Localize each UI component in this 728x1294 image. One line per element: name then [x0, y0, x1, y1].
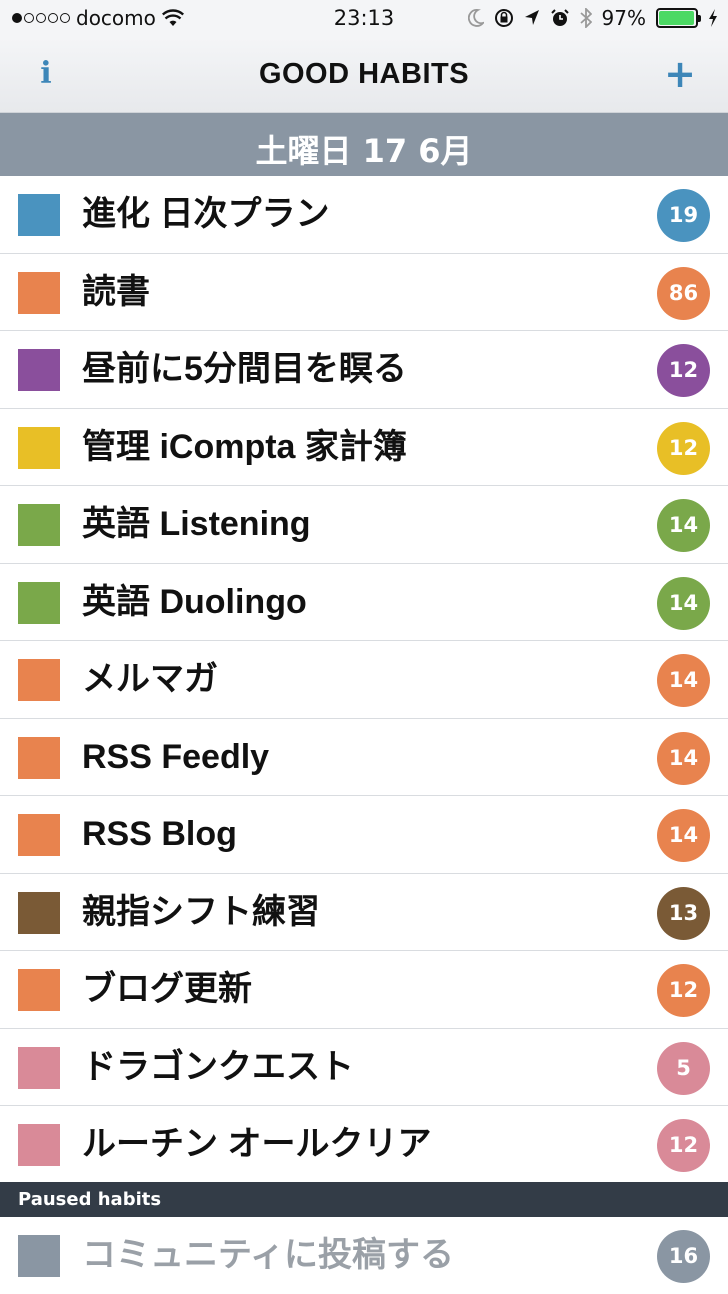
habit-count-badge: 12: [657, 1119, 710, 1172]
habit-count-badge: 5: [657, 1041, 710, 1095]
habit-count-badge: 12: [657, 344, 710, 397]
habit-count-badge: 14: [657, 654, 710, 707]
habit-count-badge: 16: [657, 1230, 710, 1283]
habit-row[interactable]: 進化 日次プラン 19: [0, 176, 728, 254]
habit-name: 進化 日次プラン: [82, 195, 330, 233]
habit-color-swatch: [18, 426, 60, 469]
habit-count-badge: 14: [657, 809, 710, 862]
add-habit-button[interactable]: +: [658, 52, 702, 96]
habit-color-swatch: [18, 1046, 60, 1089]
habit-row[interactable]: ドラゴンクエスト 5: [0, 1028, 728, 1106]
habit-color-swatch: [18, 1235, 60, 1277]
alarm-icon: [550, 9, 569, 26]
habit-row[interactable]: RSS Feedly 14: [0, 718, 728, 796]
charging-icon: [709, 9, 717, 27]
status-bar: docomo 23:13 97%: [0, 0, 728, 38]
habit-color-swatch: [18, 581, 60, 624]
habit-count-badge: 13: [657, 886, 710, 940]
habit-name: ブログ更新: [82, 970, 252, 1008]
habit-row[interactable]: メルマガ 14: [0, 641, 728, 719]
habit-row[interactable]: 親指シフト練習 13: [0, 873, 728, 951]
habit-name: 親指シフト練習: [82, 892, 320, 931]
habit-color-swatch: [18, 969, 60, 1011]
habit-row[interactable]: 英語 Listening 14: [0, 486, 728, 564]
paused-section-header: Paused habits: [0, 1182, 728, 1217]
habit-row[interactable]: ルーチン オールクリア 12: [0, 1106, 728, 1182]
habit-count-badge: 12: [657, 421, 710, 475]
habit-name: ルーチン オールクリア: [82, 1125, 432, 1163]
habit-color-swatch: [18, 659, 60, 701]
habit-color-swatch: [18, 194, 60, 236]
habit-color-swatch: [18, 271, 60, 314]
habit-name: コミュニティに投稿する: [82, 1235, 454, 1275]
habit-name: 英語 Listening: [82, 505, 311, 543]
habit-count-badge: 14: [657, 576, 710, 630]
habit-row[interactable]: 英語 Duolingo 14: [0, 563, 728, 641]
habit-color-swatch: [18, 891, 60, 934]
page-title: GOOD HABITS: [258, 58, 470, 90]
habit-count-badge: 19: [657, 189, 710, 242]
habit-color-swatch: [18, 504, 60, 546]
habit-name: 読書: [82, 272, 150, 311]
habit-name: メルマガ: [82, 660, 218, 698]
habit-row[interactable]: RSS Blog 14: [0, 796, 728, 874]
habit-list[interactable]: 進化 日次プラン 19 読書 86 昼前に5分間目を瞑る 12 管理 iCompta 家計簿…: [0, 176, 728, 1182]
habit-row[interactable]: 昼前に5分間目を瞑る 12: [0, 331, 728, 409]
habit-count-badge: 14: [657, 499, 710, 552]
battery-percent: 97%: [601, 6, 646, 30]
habit-name: 英語 Duolingo: [82, 582, 307, 621]
habit-row[interactable]: 読書 86: [0, 253, 728, 331]
habit-color-swatch: [18, 1124, 60, 1166]
habit-name: RSS Blog: [82, 815, 237, 853]
habit-count-badge: 12: [657, 964, 710, 1017]
habit-name: ドラゴンクエスト: [82, 1047, 354, 1086]
habit-color-swatch: [18, 349, 60, 391]
battery-icon: [656, 8, 701, 28]
bluetooth-icon: [579, 8, 592, 28]
habit-name: RSS Feedly: [82, 737, 270, 776]
paused-habit-row[interactable]: コミュニティに投稿する 16: [0, 1217, 728, 1294]
habit-name: 昼前に5分間目を瞑る: [82, 350, 407, 388]
location-icon: [524, 10, 539, 25]
status-icons: 97%: [467, 6, 718, 30]
habit-color-swatch: [18, 736, 60, 779]
rotation-lock-icon: [494, 9, 513, 27]
moon-icon: [467, 9, 484, 27]
navigation-bar: i GOOD HABITS +: [0, 38, 728, 113]
habit-name: 管理 iCompta 家計簿: [82, 427, 407, 466]
habit-color-swatch: [18, 814, 60, 856]
habit-row[interactable]: 管理 iCompta 家計簿 12: [0, 408, 728, 486]
habit-count-badge: 14: [657, 731, 710, 785]
habit-count-badge: 86: [657, 266, 710, 320]
habit-row[interactable]: ブログ更新 12: [0, 951, 728, 1029]
